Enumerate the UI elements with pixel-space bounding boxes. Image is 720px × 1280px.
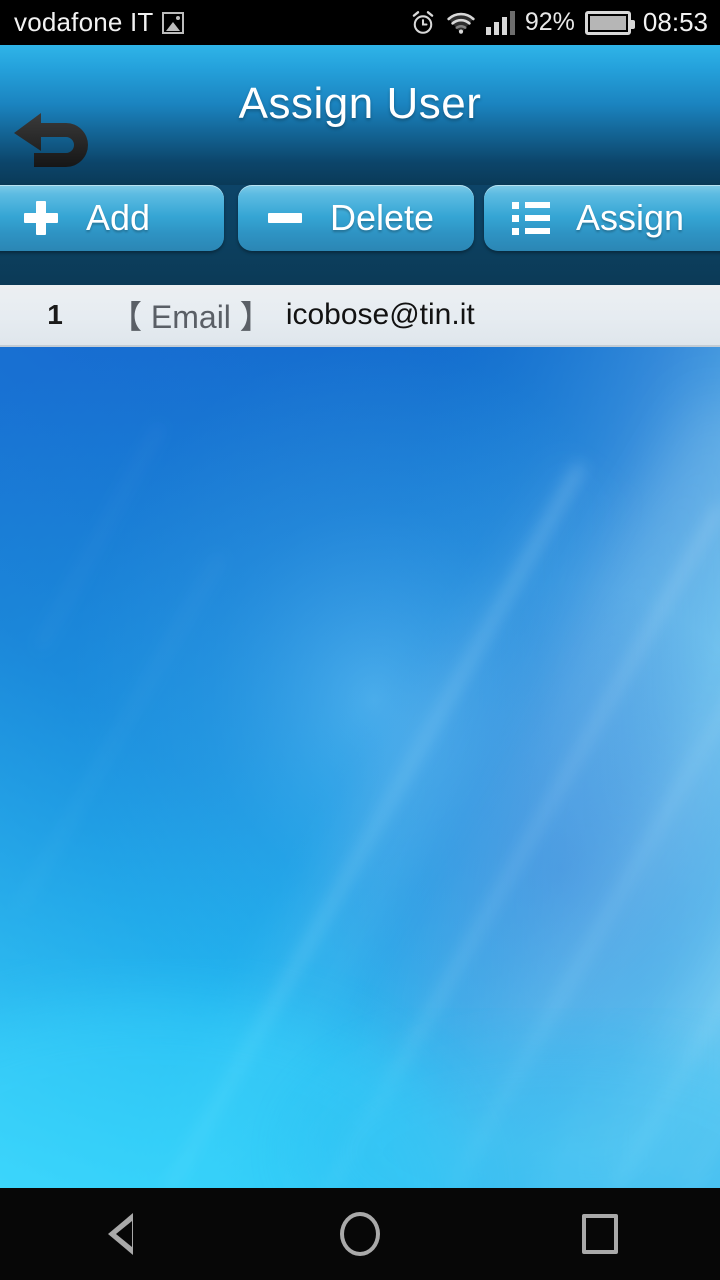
add-button-label: Add bbox=[86, 197, 151, 238]
action-toolbar: Add Delete Assign bbox=[0, 185, 720, 285]
page-title: Assign User bbox=[238, 79, 482, 128]
row-email-value: icobose@tin.it bbox=[285, 298, 475, 331]
add-button[interactable]: Add bbox=[0, 185, 224, 251]
clock-label: 08:53 bbox=[642, 7, 708, 37]
wifi-icon bbox=[447, 12, 475, 34]
title-bar: Assign User bbox=[0, 45, 720, 185]
signal-bars-icon bbox=[485, 10, 515, 35]
list-icon bbox=[504, 202, 558, 235]
minus-icon bbox=[258, 213, 312, 223]
row-index-label: 1 bbox=[47, 299, 63, 330]
wallpaper-background bbox=[0, 347, 720, 1188]
battery-percent-label: 92% bbox=[524, 8, 575, 36]
carrier-label: vodafone IT bbox=[14, 7, 154, 37]
alarm-clock-icon bbox=[412, 10, 434, 34]
screenshot-icon bbox=[161, 11, 184, 34]
status-bar-right: 92% 08:53 bbox=[410, 7, 708, 38]
delete-button-label: Delete bbox=[330, 197, 435, 238]
android-nav-bar bbox=[0, 1188, 720, 1280]
assign-button-label: Assign bbox=[576, 197, 685, 238]
phone-screen: vodafone IT 92% 08:53 Assign User Add De… bbox=[0, 0, 720, 1280]
list-item[interactable]: 1 【 Email 】 icobose@tin.it bbox=[0, 285, 720, 347]
status-bar: vodafone IT 92% 08:53 bbox=[0, 0, 720, 45]
status-bar-left: vodafone IT bbox=[14, 7, 184, 38]
back-icon[interactable] bbox=[45, 1188, 195, 1280]
plus-icon bbox=[14, 201, 68, 235]
assign-button[interactable]: Assign bbox=[484, 185, 720, 251]
row-type-label: 【 Email 】 bbox=[110, 299, 272, 335]
delete-button[interactable]: Delete bbox=[238, 185, 474, 251]
battery-icon bbox=[584, 10, 635, 35]
user-list: 1 【 Email 】 icobose@tin.it bbox=[0, 285, 720, 347]
home-icon[interactable] bbox=[285, 1188, 435, 1280]
recents-icon[interactable] bbox=[525, 1188, 675, 1280]
